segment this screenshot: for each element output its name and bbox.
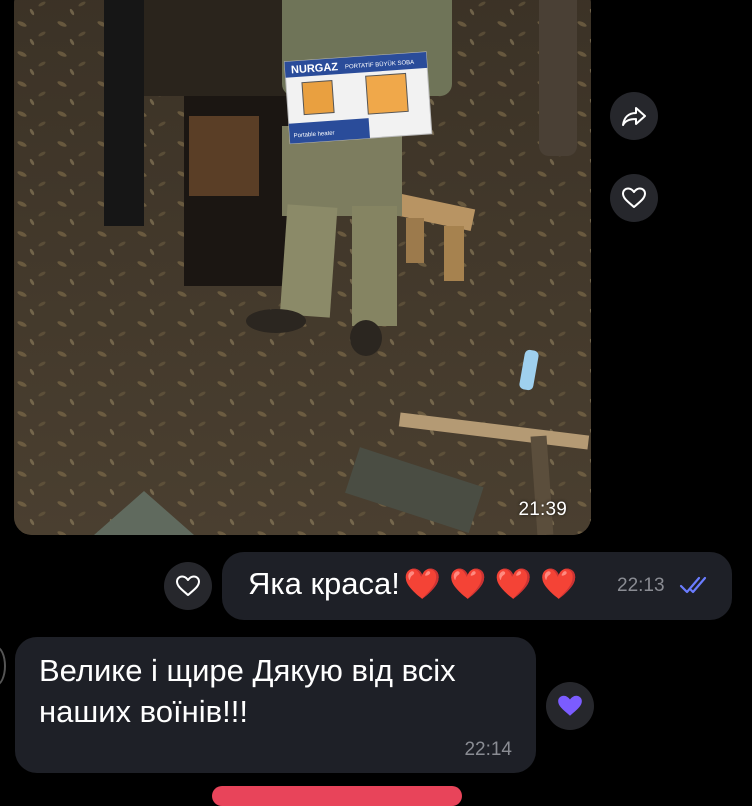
photo-message[interactable]: NURGAZ PORTATİF BÜYÜK SOBA Portable heat… bbox=[14, 0, 591, 535]
heart-filled-purple-icon bbox=[558, 695, 582, 716]
like-button[interactable] bbox=[610, 174, 658, 222]
reaction-badge[interactable] bbox=[546, 682, 594, 730]
next-message-edge bbox=[212, 786, 462, 806]
avatar[interactable] bbox=[0, 646, 6, 686]
heart-emoji: ❤️ bbox=[403, 568, 442, 601]
reaction-button[interactable] bbox=[164, 562, 212, 610]
heart-emoji: ❤️ bbox=[449, 568, 487, 601]
forward-button[interactable] bbox=[610, 92, 658, 140]
photo-image: NURGAZ PORTATİF BÜYÜK SOBA Portable heat… bbox=[14, 0, 591, 535]
share-forward-icon bbox=[622, 107, 646, 126]
message-timestamp: 22:13 bbox=[617, 575, 665, 596]
message-text-body: Яка краса! bbox=[248, 566, 400, 601]
heart-emoji: ❤️ bbox=[494, 568, 532, 601]
message-text: Яка краса! ❤️ ❤️ ❤️ ❤️ bbox=[248, 566, 577, 602]
heart-emoji: ❤️ bbox=[539, 568, 578, 601]
outgoing-message[interactable]: Яка краса! ❤️ ❤️ ❤️ ❤️ 22:13 bbox=[222, 552, 732, 620]
incoming-message[interactable]: Велике і щире Дякую від всіх наших воїні… bbox=[15, 637, 536, 773]
message-timestamp: 22:14 bbox=[464, 739, 512, 760]
double-check-read-icon bbox=[679, 576, 707, 594]
message-text: Велике і щире Дякую від всіх наших воїні… bbox=[39, 653, 456, 729]
heart-outline-icon bbox=[176, 575, 200, 596]
photo-timestamp: 21:39 bbox=[518, 499, 567, 520]
heart-outline-icon bbox=[622, 187, 646, 208]
